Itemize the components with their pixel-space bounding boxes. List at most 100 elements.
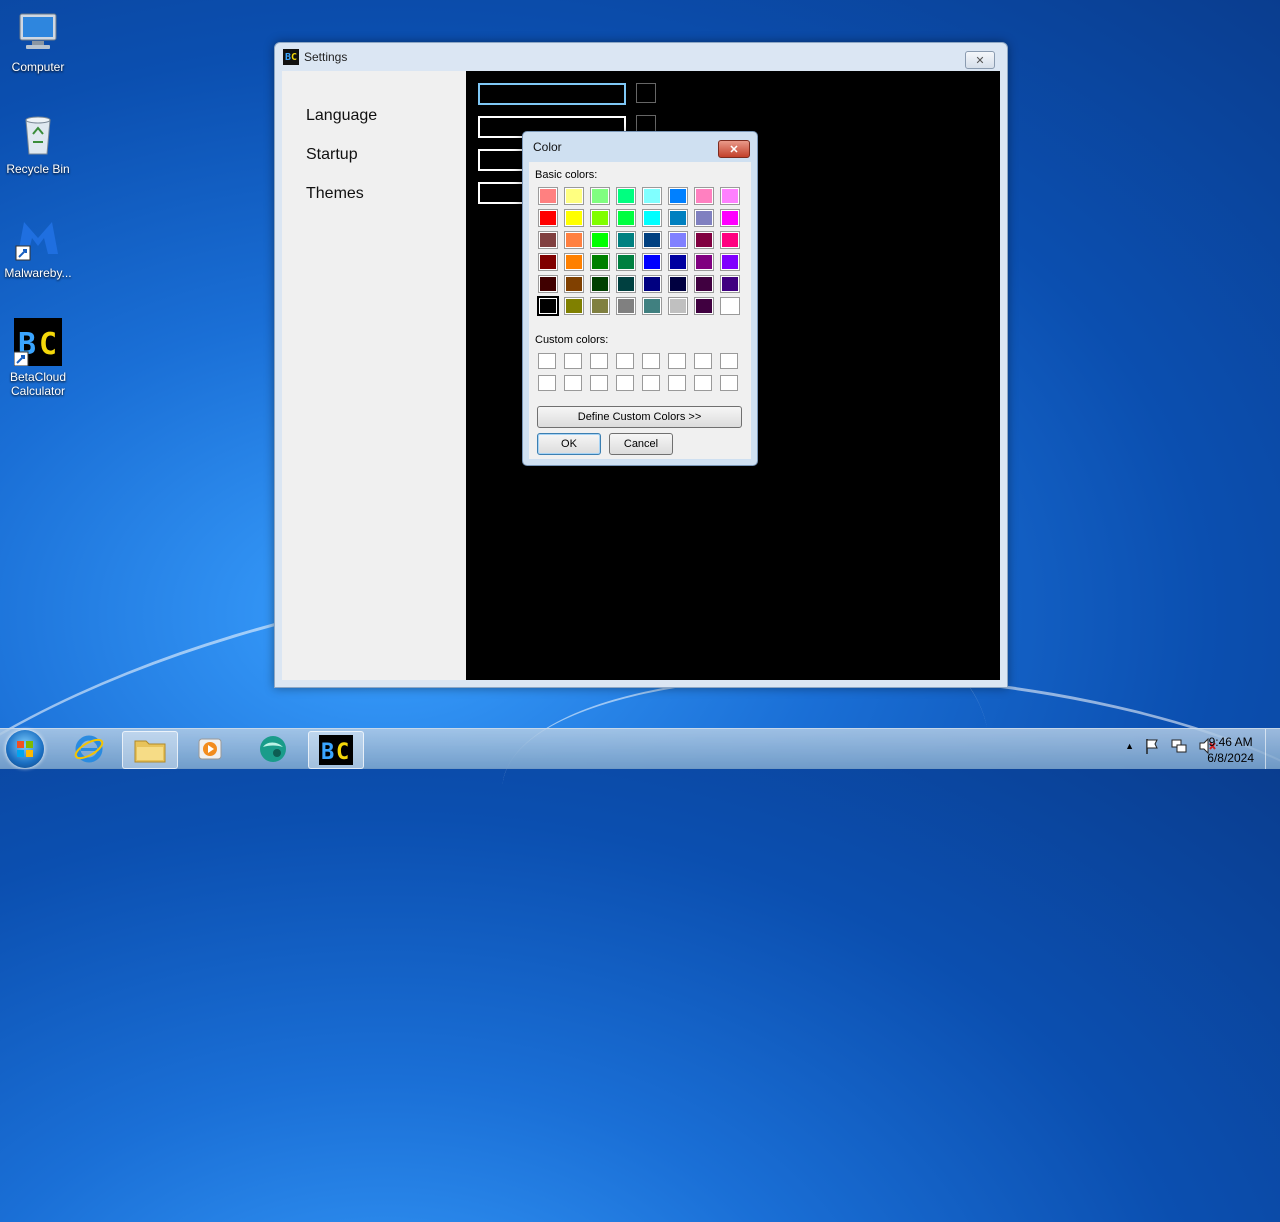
basic-color-swatch[interactable]: [668, 187, 688, 205]
custom-color-swatch[interactable]: [564, 375, 582, 391]
basic-color-swatch[interactable]: [720, 297, 740, 315]
custom-color-swatch[interactable]: [642, 353, 660, 369]
basic-color-swatch[interactable]: [720, 187, 740, 205]
basic-color-swatch[interactable]: [538, 253, 558, 271]
taskbar-file-explorer[interactable]: [122, 731, 178, 769]
color-dialog-close-button[interactable]: ✕: [718, 140, 750, 158]
basic-color-swatch[interactable]: [642, 253, 662, 271]
network-icon[interactable]: [1170, 737, 1188, 755]
ok-button[interactable]: OK: [537, 433, 601, 455]
sidebar-item-themes[interactable]: Themes: [282, 185, 466, 224]
basic-color-swatch[interactable]: [616, 209, 636, 227]
basic-color-swatch[interactable]: [538, 231, 558, 249]
basic-color-swatch[interactable]: [668, 209, 688, 227]
basic-color-swatch[interactable]: [668, 253, 688, 271]
basic-color-swatch[interactable]: [694, 275, 714, 293]
desktop-icon-label: Computer: [11, 60, 65, 74]
basic-color-swatch[interactable]: [590, 231, 610, 249]
basic-color-swatch[interactable]: [590, 275, 610, 293]
computer-icon: [14, 8, 62, 56]
theme-color-preview-1[interactable]: [636, 83, 656, 103]
basic-color-swatch[interactable]: [668, 275, 688, 293]
basic-color-swatch[interactable]: [564, 297, 584, 315]
desktop-icon-recycle-bin[interactable]: Recycle Bin: [0, 110, 76, 176]
basic-color-swatch[interactable]: [537, 296, 559, 316]
betacloud-calculator-icon: BC: [13, 318, 62, 367]
basic-color-swatch[interactable]: [642, 209, 662, 227]
custom-color-swatch[interactable]: [590, 375, 608, 391]
desktop-icon-label: BetaCloud Calculator: [9, 370, 67, 398]
basic-color-swatch[interactable]: [694, 231, 714, 249]
basic-color-swatch[interactable]: [668, 231, 688, 249]
custom-color-swatch[interactable]: [616, 375, 634, 391]
settings-title-bar[interactable]: BC Settings: [275, 43, 1007, 71]
settings-close-button[interactable]: ✕: [965, 51, 995, 69]
basic-color-swatch[interactable]: [616, 253, 636, 271]
color-dialog-body: Basic colors: Custom colors: Define Cust…: [529, 162, 751, 459]
basic-color-swatch[interactable]: [668, 297, 688, 315]
basic-color-swatch[interactable]: [616, 187, 636, 205]
custom-color-swatch[interactable]: [590, 353, 608, 369]
basic-color-swatch[interactable]: [564, 231, 584, 249]
basic-color-swatch[interactable]: [720, 253, 740, 271]
basic-colors-label: Basic colors:: [535, 169, 598, 181]
basic-color-swatch[interactable]: [694, 253, 714, 271]
basic-color-swatch[interactable]: [616, 297, 636, 315]
clock-time: 9:46 AM: [1208, 735, 1253, 749]
custom-color-swatch[interactable]: [538, 353, 556, 369]
basic-color-swatch[interactable]: [564, 187, 584, 205]
custom-color-swatch[interactable]: [616, 353, 634, 369]
basic-color-swatch[interactable]: [564, 275, 584, 293]
basic-color-swatch[interactable]: [642, 187, 662, 205]
basic-color-swatch[interactable]: [564, 209, 584, 227]
basic-color-swatch[interactable]: [590, 187, 610, 205]
taskbar-app-globe[interactable]: [246, 731, 300, 767]
custom-color-swatch[interactable]: [694, 353, 712, 369]
custom-color-swatch[interactable]: [564, 353, 582, 369]
custom-colors-label: Custom colors:: [535, 334, 609, 346]
basic-color-swatch[interactable]: [694, 187, 714, 205]
custom-color-swatch[interactable]: [720, 353, 738, 369]
action-center-flag-icon[interactable]: [1144, 737, 1160, 755]
taskbar-clock[interactable]: 9:46 AM 6/8/2024: [1207, 734, 1254, 766]
basic-color-swatch[interactable]: [616, 275, 636, 293]
basic-color-swatch[interactable]: [642, 297, 662, 315]
svg-text:C: C: [39, 327, 57, 362]
desktop-icon-malwarebytes[interactable]: Malwareby...: [0, 214, 76, 280]
basic-color-swatch[interactable]: [720, 209, 740, 227]
custom-color-swatch[interactable]: [538, 375, 556, 391]
custom-color-swatch[interactable]: [694, 375, 712, 391]
basic-color-swatch[interactable]: [590, 297, 610, 315]
custom-color-swatch[interactable]: [668, 375, 686, 391]
cancel-button[interactable]: Cancel: [609, 433, 673, 455]
basic-color-swatch[interactable]: [564, 253, 584, 271]
start-button[interactable]: [6, 730, 44, 768]
taskbar-internet-explorer[interactable]: [62, 731, 116, 767]
basic-color-swatch[interactable]: [538, 209, 558, 227]
taskbar-betacloud-calculator[interactable]: BC: [308, 731, 364, 769]
basic-color-swatch[interactable]: [538, 187, 558, 205]
basic-color-swatch[interactable]: [616, 231, 636, 249]
desktop-icon-betacloud-calculator[interactable]: BC BetaCloud Calculator: [0, 318, 76, 398]
taskbar-media-player[interactable]: [184, 731, 238, 767]
custom-color-swatch[interactable]: [668, 353, 686, 369]
define-custom-colors-button[interactable]: Define Custom Colors >>: [537, 406, 742, 428]
basic-color-swatch[interactable]: [720, 231, 740, 249]
custom-color-swatch[interactable]: [642, 375, 660, 391]
theme-color-input-1[interactable]: [478, 83, 626, 105]
basic-color-swatch[interactable]: [642, 231, 662, 249]
show-hidden-icons-arrow[interactable]: ▲: [1125, 737, 1134, 755]
basic-color-swatch[interactable]: [590, 253, 610, 271]
sidebar-item-language[interactable]: Language: [282, 107, 466, 146]
basic-color-swatch[interactable]: [694, 209, 714, 227]
globe-app-icon: [260, 736, 286, 762]
basic-color-swatch[interactable]: [642, 275, 662, 293]
basic-color-swatch[interactable]: [720, 275, 740, 293]
custom-color-swatch[interactable]: [720, 375, 738, 391]
sidebar-item-startup[interactable]: Startup: [282, 146, 466, 185]
basic-color-swatch[interactable]: [694, 297, 714, 315]
show-desktop-button[interactable]: [1265, 729, 1280, 769]
basic-color-swatch[interactable]: [538, 275, 558, 293]
basic-color-swatch[interactable]: [590, 209, 610, 227]
desktop-icon-computer[interactable]: Computer: [0, 8, 76, 74]
